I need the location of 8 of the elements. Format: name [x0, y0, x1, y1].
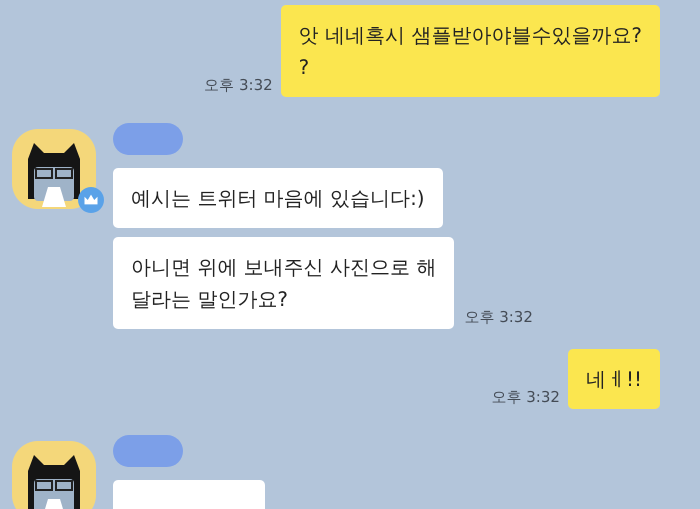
crown-badge-icon [78, 187, 104, 213]
message-bubble: 네ㅔ!! [568, 349, 660, 409]
message-time: 오후 3:32 [492, 388, 560, 408]
message-bubble: 예시는 트위터 마음에 있습니다:) [113, 168, 443, 228]
message-time: 오후 3:32 [204, 76, 273, 96]
message-bubble: 아니면 위에 보내주신 사진으로 해 달라는 말인가요? [113, 237, 454, 329]
message-bubble: 앗 네네혹시 샘플받아야블수있을까요? ? [280, 5, 660, 97]
message-time: 오후 3:32 [464, 308, 533, 328]
